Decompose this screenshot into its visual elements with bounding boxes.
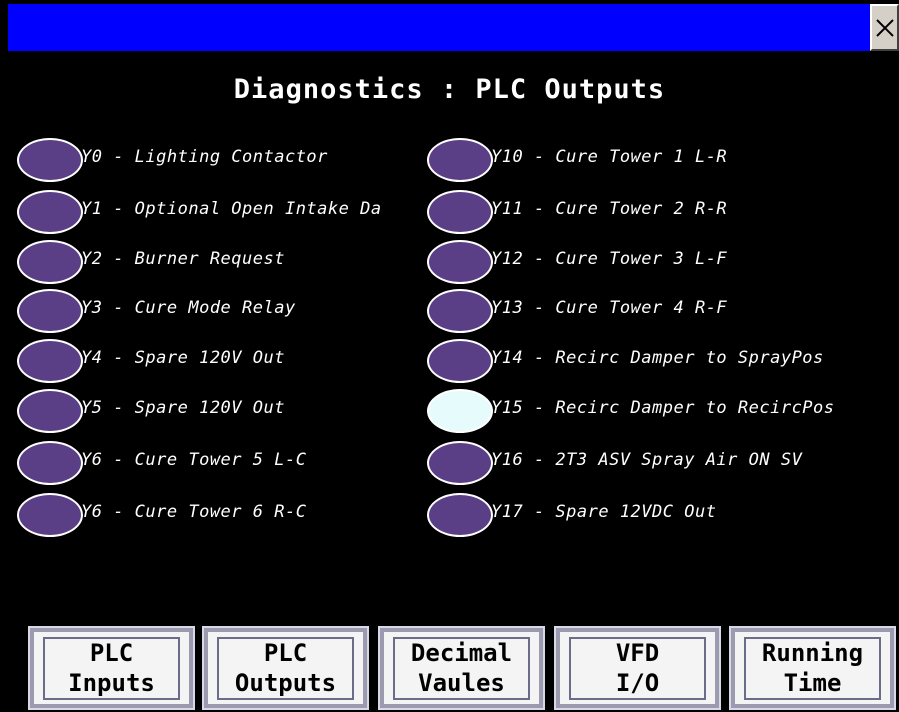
output-label: Y15 - Recirc Damper to RecircPos bbox=[491, 398, 835, 418]
output-label: Y13 - Cure Tower 4 R-F bbox=[491, 298, 728, 318]
indicator-lamp bbox=[17, 240, 83, 284]
output-label: Y10 - Cure Tower 1 L-R bbox=[491, 147, 728, 167]
nav-bar: PLC Inputs PLC Outputs Decimal Vaules VF… bbox=[0, 626, 899, 712]
plc-outputs-button[interactable]: PLC Outputs bbox=[202, 626, 369, 710]
running-time-button[interactable]: Running Time bbox=[729, 626, 896, 710]
output-indicator-y1: Y1 - Optional Open Intake Da bbox=[17, 190, 417, 234]
output-indicator-y16: Y16 - 2T3 ASV Spray Air ON SV bbox=[427, 441, 899, 485]
indicator-lamp bbox=[427, 190, 493, 234]
indicator-lamp bbox=[427, 240, 493, 284]
output-indicator-y0: Y0 - Lighting Contactor bbox=[17, 138, 417, 182]
button-label: PLC Inputs bbox=[43, 636, 180, 700]
output-label: Y5 - Spare 120V Out bbox=[81, 398, 285, 418]
indicator-lamp bbox=[17, 493, 83, 537]
output-indicator-y15: Y15 - Recirc Damper to RecircPos bbox=[427, 389, 899, 433]
decimal-values-button[interactable]: Decimal Vaules bbox=[378, 626, 545, 710]
plc-inputs-button[interactable]: PLC Inputs bbox=[28, 626, 195, 710]
close-button[interactable] bbox=[870, 4, 899, 51]
indicator-lamp bbox=[427, 493, 493, 537]
output-label: Y3 - Cure Mode Relay bbox=[81, 298, 296, 318]
output-label: Y2 - Burner Request bbox=[81, 249, 285, 269]
button-label: Running Time bbox=[744, 636, 881, 700]
title-bar bbox=[8, 4, 870, 51]
output-label: Y17 - Spare 12VDC Out bbox=[491, 502, 717, 522]
output-label: Y6 - Cure Tower 5 L-C bbox=[81, 450, 307, 470]
output-indicator-y6b: Y6 - Cure Tower 6 R-C bbox=[17, 493, 417, 537]
vfd-io-button[interactable]: VFD I/O bbox=[554, 626, 721, 710]
output-indicator-y13: Y13 - Cure Tower 4 R-F bbox=[427, 289, 899, 333]
indicator-lamp bbox=[427, 441, 493, 485]
output-indicator-y4: Y4 - Spare 120V Out bbox=[17, 339, 417, 383]
indicator-lamp bbox=[427, 138, 493, 182]
button-label: VFD I/O bbox=[569, 636, 706, 700]
output-label: Y11 - Cure Tower 2 R-R bbox=[491, 199, 728, 219]
indicator-lamp bbox=[17, 339, 83, 383]
close-icon bbox=[875, 18, 894, 37]
output-label: Y6 - Cure Tower 6 R-C bbox=[81, 502, 307, 522]
indicator-lamp-active bbox=[427, 389, 493, 433]
output-indicator-y2: Y2 - Burner Request bbox=[17, 240, 417, 284]
output-indicator-y10: Y10 - Cure Tower 1 L-R bbox=[427, 138, 899, 182]
output-indicator-y3: Y3 - Cure Mode Relay bbox=[17, 289, 417, 333]
indicator-lamp bbox=[17, 441, 83, 485]
indicator-lamp bbox=[427, 339, 493, 383]
button-label: Decimal Vaules bbox=[393, 636, 530, 700]
page-title: Diagnostics : PLC Outputs bbox=[233, 74, 666, 105]
output-label: Y0 - Lighting Contactor bbox=[81, 147, 328, 167]
indicator-lamp bbox=[17, 138, 83, 182]
button-label: PLC Outputs bbox=[217, 636, 354, 700]
indicator-lamp bbox=[17, 289, 83, 333]
output-indicator-y6: Y6 - Cure Tower 5 L-C bbox=[17, 441, 417, 485]
output-label: Y1 - Optional Open Intake Da bbox=[81, 199, 382, 219]
indicator-lamp bbox=[17, 190, 83, 234]
output-label: Y12 - Cure Tower 3 L-F bbox=[491, 249, 728, 269]
indicator-lamp bbox=[17, 389, 83, 433]
output-label: Y14 - Recirc Damper to SprayPos bbox=[491, 348, 824, 368]
output-label: Y4 - Spare 120V Out bbox=[81, 348, 285, 368]
output-indicator-y11: Y11 - Cure Tower 2 R-R bbox=[427, 190, 899, 234]
output-indicator-y14: Y14 - Recirc Damper to SprayPos bbox=[427, 339, 899, 383]
output-indicator-y5: Y5 - Spare 120V Out bbox=[17, 389, 417, 433]
output-indicator-y12: Y12 - Cure Tower 3 L-F bbox=[427, 240, 899, 284]
indicator-lamp bbox=[427, 289, 493, 333]
output-indicator-y17: Y17 - Spare 12VDC Out bbox=[427, 493, 899, 537]
output-label: Y16 - 2T3 ASV Spray Air ON SV bbox=[491, 450, 803, 470]
